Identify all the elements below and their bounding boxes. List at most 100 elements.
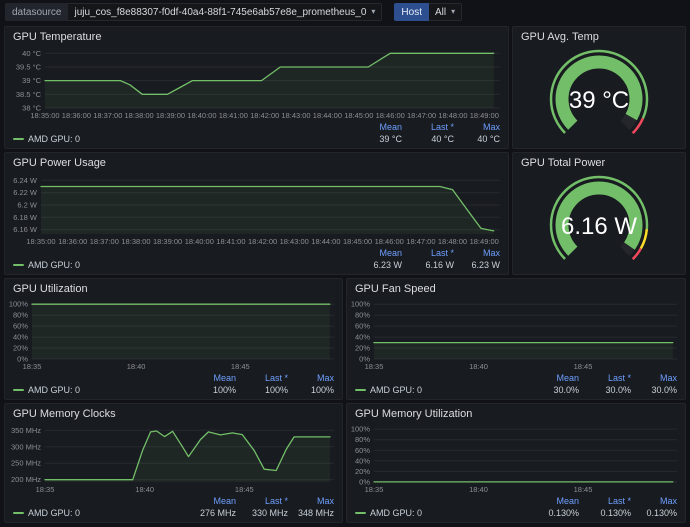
legend-header-max[interactable]: Max	[288, 495, 334, 507]
svg-text:18:39:00: 18:39:00	[153, 237, 182, 246]
gpu-memory-clocks-chart[interactable]: 350 MHz300 MHz250 MHz200 MHz18:3518:4018…	[5, 423, 342, 495]
legend-header-mean[interactable]: Mean	[527, 372, 579, 384]
panel-title-gpu-utilization[interactable]: GPU Utilization	[5, 279, 342, 298]
series-color-icon	[355, 512, 366, 514]
svg-text:18:47:00: 18:47:00	[406, 237, 435, 246]
host-label: Host	[394, 3, 429, 21]
series-toggle-gpu-temperature[interactable]: AMD GPU: 0	[13, 133, 350, 145]
svg-text:20%: 20%	[355, 467, 370, 476]
stat-max: 0.130%	[631, 507, 677, 519]
svg-text:80%: 80%	[13, 311, 28, 320]
stat-mean: 30.0%	[527, 384, 579, 396]
gpu-power-usage-chart[interactable]: 6.24 W6.22 W6.2 W6.18 W6.16 W18:35:0018:…	[5, 172, 508, 247]
svg-text:18:39:00: 18:39:00	[156, 111, 185, 120]
gpu-total-power-gauge: 6.16 W	[513, 172, 685, 274]
series-toggle-gpu-fan-speed[interactable]: AMD GPU: 0	[355, 384, 527, 396]
svg-text:18:49:00: 18:49:00	[470, 237, 499, 246]
series-toggle-gpu-memory-utilization[interactable]: AMD GPU: 0	[355, 507, 527, 519]
panel-title-gpu-memory-clocks[interactable]: GPU Memory Clocks	[5, 404, 342, 423]
panel-title-gpu-avg-temp[interactable]: GPU Avg. Temp	[513, 27, 685, 46]
legend-header-mean[interactable]: Mean	[527, 495, 579, 507]
svg-text:18:35: 18:35	[23, 362, 42, 371]
variables-bar: datasource juju_cos_f8e88307-f0df-40a4-8…	[0, 0, 690, 24]
legend-header-last[interactable]: Last *	[579, 372, 631, 384]
panel-title-gpu-power-usage[interactable]: GPU Power Usage	[5, 153, 508, 172]
legend-header-last[interactable]: Last *	[579, 495, 631, 507]
legend-header-mean[interactable]: Mean	[184, 372, 236, 384]
svg-text:18:37:00: 18:37:00	[93, 111, 122, 120]
stat-mean: 6.23 W	[350, 259, 402, 271]
svg-text:6.22 W: 6.22 W	[13, 188, 38, 197]
datasource-dropdown[interactable]: juju_cos_f8e88307-f0df-40a4-88f1-745e6ab…	[68, 3, 382, 21]
stat-max: 6.23 W	[454, 259, 500, 271]
svg-text:60%: 60%	[355, 446, 370, 455]
legend-header-mean[interactable]: Mean	[350, 247, 402, 259]
svg-text:20%: 20%	[13, 344, 28, 353]
svg-text:20%: 20%	[355, 344, 370, 353]
host-value: All	[435, 7, 446, 18]
svg-text:18:38:00: 18:38:00	[121, 237, 150, 246]
svg-text:18:40: 18:40	[469, 362, 488, 371]
series-toggle-gpu-power-usage[interactable]: AMD GPU: 0	[13, 259, 350, 271]
panel-title-gpu-total-power[interactable]: GPU Total Power	[513, 153, 685, 172]
datasource-label: datasource	[5, 3, 68, 21]
legend-header-last[interactable]: Last *	[402, 121, 454, 133]
svg-text:18:48:00: 18:48:00	[438, 237, 467, 246]
legend-header-last[interactable]: Last *	[236, 372, 288, 384]
gpu-temperature-chart[interactable]: 40 °C39.5 °C39 °C38.5 °C38 °C18:35:0018:…	[5, 46, 508, 121]
host-dropdown[interactable]: All ▾	[429, 3, 462, 21]
series-color-icon	[13, 264, 24, 266]
svg-text:300 MHz: 300 MHz	[11, 442, 41, 451]
svg-text:40%: 40%	[355, 456, 370, 465]
series-color-icon	[355, 389, 366, 391]
panel-gpu-temperature: GPU Temperature 40 °C39.5 °C39 °C38.5 °C…	[4, 26, 509, 149]
svg-text:18:45:00: 18:45:00	[344, 111, 373, 120]
svg-text:250 MHz: 250 MHz	[11, 459, 41, 468]
svg-text:39.5 °C: 39.5 °C	[16, 63, 42, 72]
svg-text:18:45: 18:45	[235, 485, 254, 494]
legend-header-mean[interactable]: Mean	[184, 495, 236, 507]
legend-header-max[interactable]: Max	[288, 372, 334, 384]
panel-title-gpu-temperature[interactable]: GPU Temperature	[5, 27, 508, 46]
svg-text:18:44:00: 18:44:00	[313, 111, 342, 120]
legend-header-max[interactable]: Max	[631, 495, 677, 507]
panel-title-gpu-memory-utilization[interactable]: GPU Memory Utilization	[347, 404, 685, 423]
gpu-temperature-legend: Mean Last * Max AMD GPU: 0 39 °C 40 °C 4…	[5, 121, 508, 148]
stat-mean: 0.130%	[527, 507, 579, 519]
gpu-avg-temp-gauge: 39 °C	[513, 46, 685, 148]
svg-text:18:40:00: 18:40:00	[185, 237, 214, 246]
stat-last: 30.0%	[579, 384, 631, 396]
svg-text:18:40: 18:40	[469, 485, 488, 494]
svg-text:18:36:00: 18:36:00	[62, 111, 91, 120]
svg-text:18:45: 18:45	[231, 362, 250, 371]
series-color-icon	[13, 512, 24, 514]
panel-gpu-memory-utilization: GPU Memory Utilization 100%80%60%40%20%0…	[346, 403, 686, 523]
gpu-memory-utilization-chart[interactable]: 100%80%60%40%20%0%18:3518:4018:45	[347, 423, 685, 495]
gpu-fan-speed-chart[interactable]: 100%80%60%40%20%0%18:3518:4018:45	[347, 298, 685, 372]
svg-text:39 °C: 39 °C	[22, 76, 41, 85]
panel-gpu-power-usage: GPU Power Usage 6.24 W6.22 W6.2 W6.18 W6…	[4, 152, 509, 275]
series-toggle-gpu-memory-clocks[interactable]: AMD GPU: 0	[13, 507, 184, 519]
panel-title-gpu-fan-speed[interactable]: GPU Fan Speed	[347, 279, 685, 298]
gpu-utilization-chart[interactable]: 100%80%60%40%20%0%18:3518:4018:45	[5, 298, 342, 372]
gpu-memory-clocks-legend: Mean Last * Max AMD GPU: 0 276 MHz 330 M…	[5, 495, 342, 522]
svg-text:18:45:00: 18:45:00	[343, 237, 372, 246]
legend-header-mean[interactable]: Mean	[350, 121, 402, 133]
svg-text:40%: 40%	[355, 333, 370, 342]
panel-gpu-fan-speed: GPU Fan Speed 100%80%60%40%20%0%18:3518:…	[346, 278, 686, 400]
legend-header-max[interactable]: Max	[631, 372, 677, 384]
svg-text:18:44:00: 18:44:00	[311, 237, 340, 246]
series-label: AMD GPU: 0	[28, 259, 80, 271]
legend-header-last[interactable]: Last *	[402, 247, 454, 259]
legend-header-max[interactable]: Max	[454, 247, 500, 259]
series-toggle-gpu-utilization[interactable]: AMD GPU: 0	[13, 384, 184, 396]
svg-text:18:36:00: 18:36:00	[58, 237, 87, 246]
legend-header-last[interactable]: Last *	[236, 495, 288, 507]
legend-header-max[interactable]: Max	[454, 121, 500, 133]
datasource-variable: datasource juju_cos_f8e88307-f0df-40a4-8…	[5, 3, 382, 21]
gpu-power-usage-legend: Mean Last * Max AMD GPU: 0 6.23 W 6.16 W…	[5, 247, 508, 274]
stat-mean: 100%	[184, 384, 236, 396]
svg-text:18:43:00: 18:43:00	[280, 237, 309, 246]
stat-max: 30.0%	[631, 384, 677, 396]
series-color-icon	[13, 138, 24, 140]
